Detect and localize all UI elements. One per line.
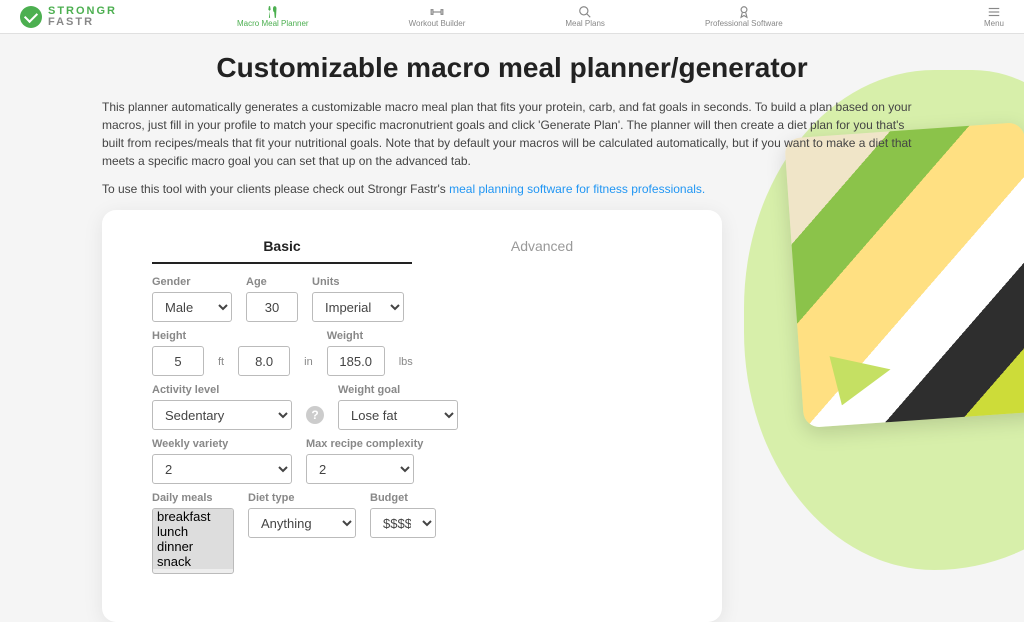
units-select[interactable]: Imperial [312, 292, 404, 322]
feet-unit: ft [218, 356, 224, 368]
logo[interactable]: STRONGR FASTR [20, 6, 117, 28]
age-input[interactable] [246, 292, 298, 322]
weight-label: Weight [327, 330, 385, 342]
height-inches-input[interactable] [238, 346, 290, 376]
goal-label: Weight goal [338, 384, 458, 396]
top-nav: STRONGR FASTR Macro Meal Planner Workout… [0, 0, 1024, 34]
height-label: Height [152, 330, 204, 342]
height-feet-input[interactable] [152, 346, 204, 376]
complexity-select[interactable]: 2 [306, 454, 414, 484]
tab-basic[interactable]: Basic [152, 228, 412, 264]
nav-professional[interactable]: Professional Software [705, 5, 783, 28]
meals-multiselect[interactable]: breakfastlunch dinnersnack [152, 508, 234, 574]
weight-input[interactable] [327, 346, 385, 376]
meals-label: Daily meals [152, 492, 234, 504]
page-title: Customizable macro meal planner/generato… [102, 52, 922, 84]
complexity-label: Max recipe complexity [306, 438, 423, 450]
award-icon [736, 5, 752, 19]
budget-label: Budget [370, 492, 436, 504]
nav-macro-planner[interactable]: Macro Meal Planner [237, 5, 309, 28]
gender-select[interactable]: Male [152, 292, 232, 322]
units-label: Units [312, 276, 404, 288]
tab-advanced[interactable]: Advanced [412, 228, 672, 264]
nav-workout-builder[interactable]: Workout Builder [409, 5, 466, 28]
gender-label: Gender [152, 276, 232, 288]
inches-unit: in [304, 356, 313, 368]
variety-select[interactable]: 2 [152, 454, 292, 484]
page-description: This planner automatically generates a c… [102, 98, 922, 170]
age-label: Age [246, 276, 298, 288]
diet-select[interactable]: Anything [248, 508, 356, 538]
diet-label: Diet type [248, 492, 356, 504]
logo-text: STRONGR FASTR [48, 6, 117, 28]
planner-card: Basic Advanced Gender Male Age Units Imp… [102, 210, 722, 622]
activity-select[interactable]: Sedentary [152, 400, 292, 430]
nav-meal-plans[interactable]: Meal Plans [565, 5, 605, 28]
utensils-icon [265, 5, 281, 19]
logo-icon [20, 6, 42, 28]
pro-software-link[interactable]: meal planning software for fitness profe… [449, 182, 705, 196]
search-icon [577, 5, 593, 19]
goal-select[interactable]: Lose fat [338, 400, 458, 430]
variety-label: Weekly variety [152, 438, 292, 450]
dumbbell-icon [429, 5, 445, 19]
activity-help-icon[interactable]: ? [306, 406, 324, 424]
weight-unit: lbs [399, 356, 413, 368]
menu-button[interactable]: Menu [984, 5, 1004, 28]
activity-label: Activity level [152, 384, 292, 396]
page-subdescription: To use this tool with your clients pleas… [102, 180, 922, 198]
hamburger-icon [986, 5, 1002, 19]
budget-select[interactable]: $$$$ [370, 508, 436, 538]
